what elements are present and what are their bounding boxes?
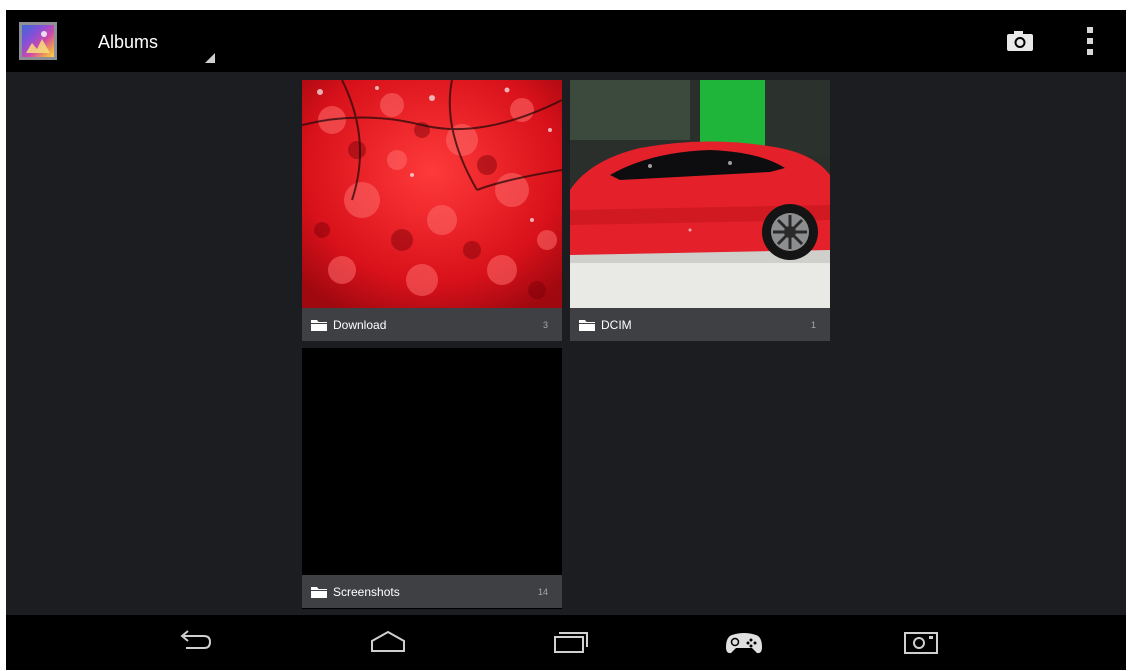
screenshot-icon[interactable]	[899, 627, 943, 657]
album-tile-screenshots[interactable]: Screenshots 14	[302, 348, 562, 609]
album-count: 1	[810, 320, 816, 330]
camera-icon[interactable]	[1006, 30, 1034, 52]
overflow-menu-icon[interactable]	[1084, 27, 1096, 55]
folder-icon	[579, 320, 595, 331]
recent-apps-icon[interactable]	[549, 627, 593, 657]
album-count: 14	[537, 587, 548, 597]
gallery-screen: Albums Download 3 DCIM 1 Screenshots 14	[6, 10, 1126, 670]
album-name: Download	[333, 318, 387, 332]
album-label-bar: Download 3	[302, 308, 562, 341]
back-icon[interactable]	[174, 627, 218, 657]
folder-icon	[311, 320, 327, 331]
album-label-bar: DCIM 1	[570, 308, 830, 341]
folder-icon	[311, 587, 327, 598]
album-thumbnail	[302, 348, 562, 576]
dropdown-indicator-icon[interactable]	[205, 53, 215, 63]
gamepad-icon[interactable]	[722, 627, 766, 657]
album-tile-dcim[interactable]: DCIM 1	[570, 80, 830, 341]
album-name: Screenshots	[333, 585, 400, 599]
action-bar: Albums	[6, 10, 1126, 72]
album-count: 3	[542, 320, 548, 330]
home-icon[interactable]	[366, 627, 410, 657]
album-name: DCIM	[601, 318, 632, 332]
album-label-bar: Screenshots 14	[302, 575, 562, 608]
album-tile-download[interactable]: Download 3	[302, 80, 562, 341]
gallery-app-icon[interactable]	[19, 22, 57, 60]
page-title[interactable]: Albums	[98, 32, 158, 52]
album-thumbnail	[302, 80, 562, 308]
navigation-bar	[6, 615, 1126, 670]
album-thumbnail	[570, 80, 830, 308]
